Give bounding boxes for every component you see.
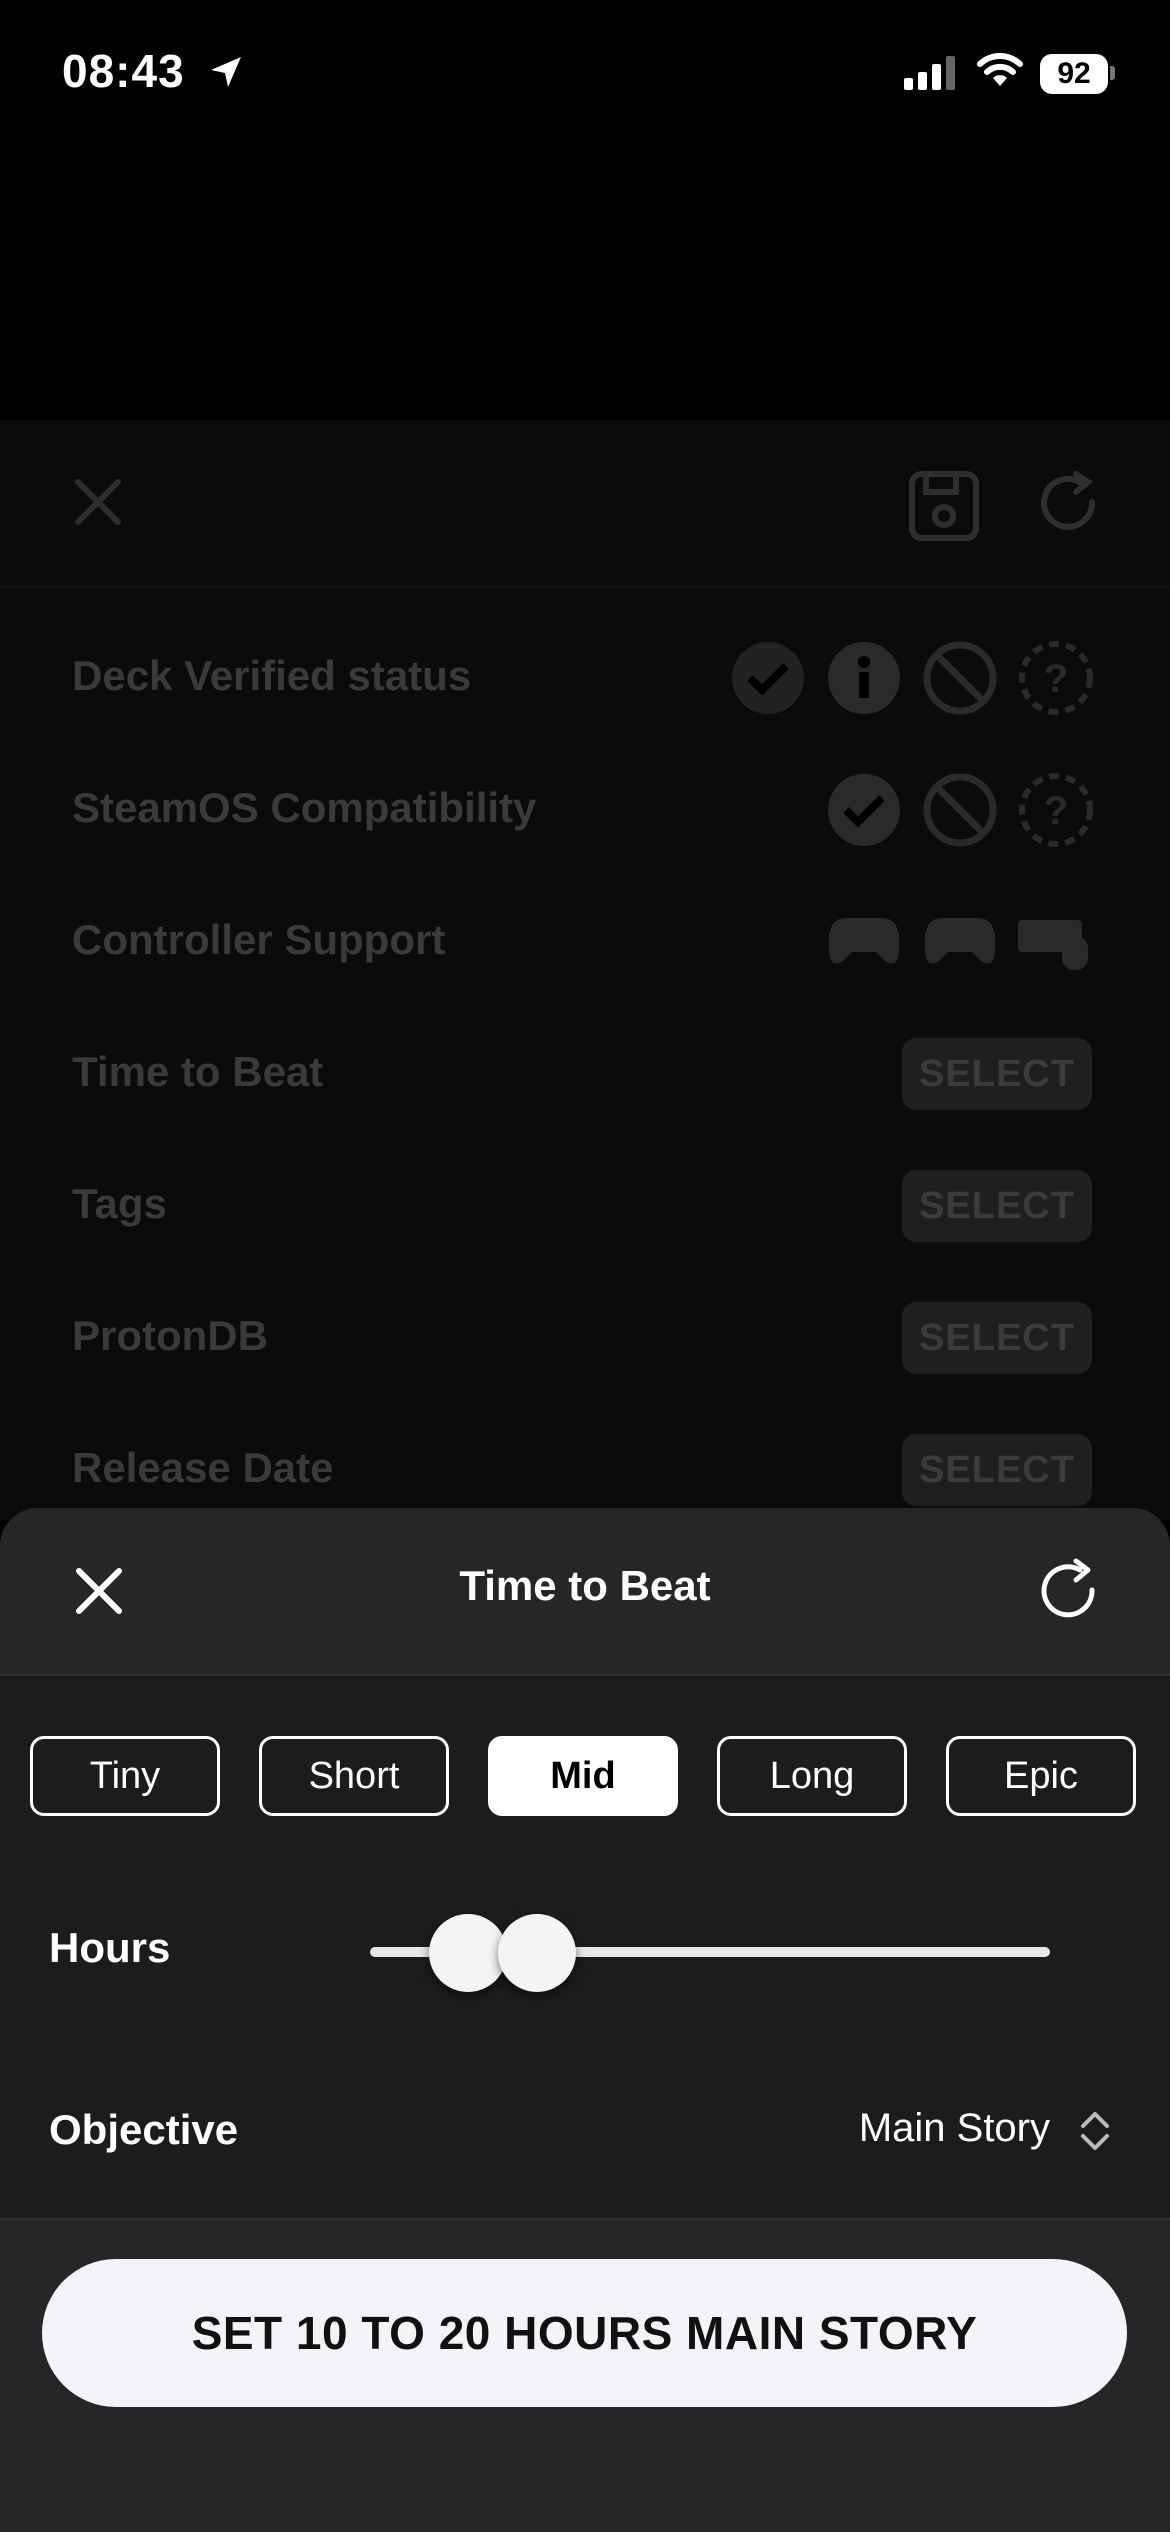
svg-text:?: ? (1044, 789, 1068, 833)
background-close-icon (75, 479, 121, 525)
bg-select-button: SELECT (902, 1302, 1092, 1374)
segment-tiny[interactable]: Tiny (30, 1736, 220, 1816)
bg-row-time-to-beat: Time to Beat (72, 1048, 324, 1095)
bg-select-button: SELECT (902, 1170, 1092, 1242)
background-save-icon (909, 471, 979, 541)
hours-slider-max-thumb[interactable] (498, 1914, 576, 1992)
location-arrow-icon (211, 57, 241, 87)
svg-text:?: ? (1044, 657, 1068, 701)
objective-value[interactable]: Main Story (859, 2106, 1050, 2151)
bg-select-button: SELECT (902, 1434, 1092, 1506)
deck-status-icons: ? (732, 641, 1093, 715)
sheet-title: Time to Beat (459, 1562, 711, 1609)
bg-row-steamos: SteamOS Compatibility (72, 784, 537, 831)
segment-short[interactable]: Short (259, 1736, 449, 1816)
segment-long[interactable]: Long (717, 1736, 907, 1816)
controller-support-icons (828, 918, 1088, 970)
bg-row-tags: Tags (72, 1180, 167, 1227)
battery-nub (1110, 66, 1115, 80)
status-time: 08:43 (62, 45, 185, 97)
objective-label: Objective (49, 2106, 239, 2153)
hours-slider-min-thumb[interactable] (429, 1914, 507, 1992)
reset-icon[interactable] (1034, 1556, 1104, 1626)
bg-row-controller: Controller Support (72, 916, 446, 963)
hours-label: Hours (49, 1924, 171, 1971)
bg-select-button: SELECT (902, 1038, 1092, 1110)
steamos-status-icons: ? (828, 773, 1093, 847)
segment-epic[interactable]: Epic (946, 1736, 1136, 1816)
apply-time-to-beat-button[interactable]: SET 10 TO 20 HOURS MAIN STORY (42, 2259, 1127, 2407)
bg-row-release-date: Release Date (72, 1444, 334, 1491)
chevron-updown-icon[interactable] (1078, 2108, 1112, 2154)
segment-mid[interactable]: Mid (488, 1736, 678, 1816)
background-divider (0, 586, 1170, 588)
cellular-signal-icon (904, 54, 955, 90)
background-reset-icon (1041, 471, 1096, 530)
bg-row-deck-verified: Deck Verified status (72, 652, 472, 699)
bg-row-protondb: ProtonDB (72, 1312, 268, 1359)
wifi-icon (977, 53, 1023, 86)
battery-indicator: 92 (1040, 54, 1108, 94)
